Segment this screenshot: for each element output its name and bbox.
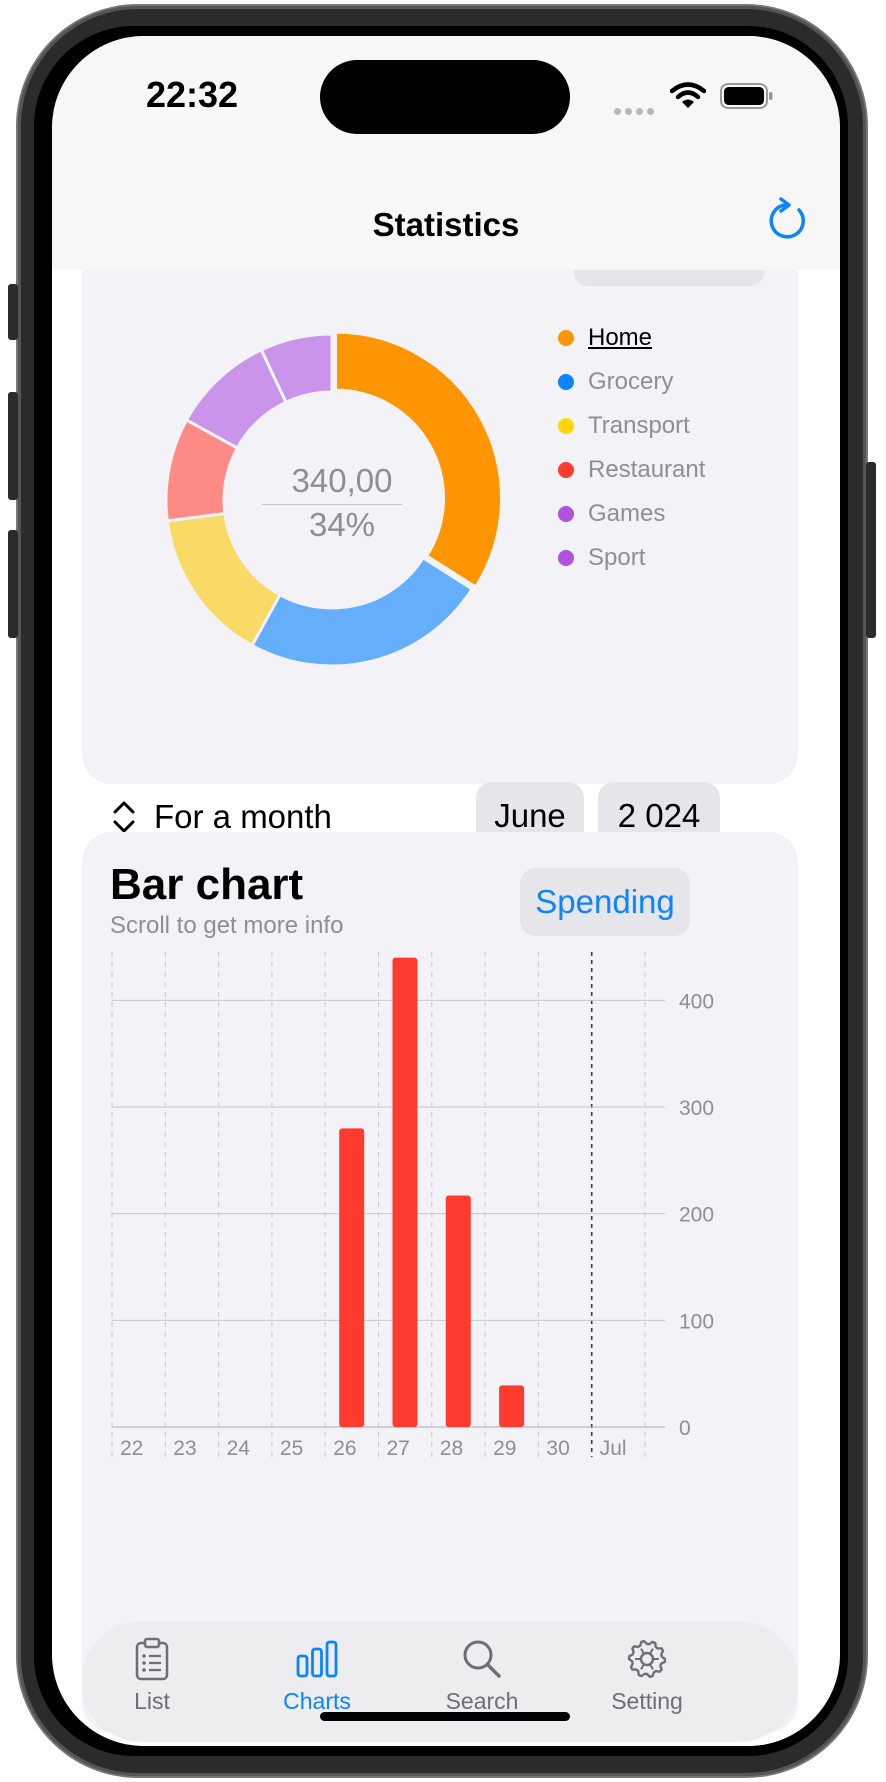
donut-center-divider (262, 504, 402, 505)
y-tick-label: 100 (679, 1310, 714, 1333)
chevron-up-down-icon[interactable] (112, 800, 136, 834)
y-tick-label: 0 (679, 1417, 691, 1440)
x-tick-label: 26 (333, 1437, 356, 1460)
legend-dot (558, 550, 574, 566)
y-tick-label: 400 (679, 990, 714, 1013)
x-tick-label: 27 (387, 1437, 410, 1460)
gear-icon (627, 1640, 667, 1678)
status-time: 22:32 (146, 74, 239, 115)
spending-type-button[interactable]: Spending (520, 868, 690, 936)
legend-dot (558, 462, 574, 478)
bar-chart-subtitle: Scroll to get more info (110, 912, 344, 939)
legend-dot (558, 506, 574, 522)
home-indicator (320, 1712, 570, 1721)
bar-27[interactable] (392, 957, 418, 1427)
legend-item[interactable]: Games (558, 492, 705, 536)
legend-dot (558, 418, 574, 434)
bar-29[interactable] (499, 1385, 525, 1427)
bar-chart[interactable]: 0 100 200 300 400 22 23 24 25 26 27 28 29 30 Jul (82, 952, 798, 1472)
mute-switch (8, 284, 18, 340)
x-tick-label: Jul (600, 1437, 627, 1460)
donut-center-amount: 340,00 (291, 462, 393, 499)
tab-label: Charts (283, 1688, 351, 1714)
chart-type-button-partial[interactable] (574, 270, 764, 286)
bar-chart-card: Bar chart Scroll to get more info Spendi… (82, 832, 798, 1732)
power-button (866, 462, 876, 638)
y-tick-label: 300 (679, 1097, 714, 1120)
period-picker-label[interactable]: For a month (154, 798, 332, 836)
battery-icon (720, 83, 773, 109)
bar-28[interactable] (445, 1195, 471, 1427)
donut-chart[interactable] (132, 300, 532, 700)
magnifier-icon (463, 1640, 501, 1678)
x-tick-label: 24 (227, 1437, 251, 1460)
x-tick-label: 28 (440, 1437, 463, 1460)
tab-bar: List Charts Search Setting (82, 1622, 798, 1742)
legend-dot (558, 374, 574, 390)
tab-label: Search (445, 1688, 519, 1714)
x-tick-label: 25 (280, 1437, 303, 1460)
tab-list[interactable]: List (82, 1636, 222, 1715)
legend-label: Transport (588, 412, 690, 439)
volume-up-button (8, 392, 18, 500)
pie-slice-transport[interactable] (165, 511, 283, 648)
legend-item[interactable]: Sport (558, 536, 705, 580)
clipboard-list-icon (135, 1637, 169, 1681)
legend-label: Grocery (588, 368, 674, 395)
legend: Home Grocery Transport Restaurant Games … (558, 316, 705, 580)
navigation-bar: Statistics (52, 176, 840, 271)
tab-label: Setting (611, 1688, 683, 1714)
legend-item[interactable]: Transport (558, 404, 705, 448)
volume-down-button (8, 530, 18, 638)
bar-26[interactable] (339, 1128, 365, 1427)
legend-label: Sport (588, 544, 646, 571)
tab-search[interactable]: Search (412, 1636, 552, 1715)
tab-label: List (134, 1688, 170, 1714)
bar-chart-icon (296, 1640, 338, 1678)
legend-item[interactable]: Grocery (558, 360, 705, 404)
cellular-signal-icon (614, 102, 658, 120)
pie-slice-grocery[interactable] (249, 555, 475, 668)
pie-chart-card: 340,00 34% Home Grocery Transport Restau… (82, 270, 798, 850)
legend-item[interactable]: Restaurant (558, 448, 705, 492)
x-tick-label: 22 (120, 1437, 143, 1460)
x-tick-label: 30 (546, 1437, 569, 1460)
dynamic-island (320, 60, 570, 134)
legend-dot (558, 330, 574, 346)
bar-chart-title: Bar chart (110, 860, 304, 909)
x-tick-label: 23 (173, 1437, 196, 1460)
x-tick-label: 29 (493, 1437, 516, 1460)
status-bar: 22:32 (52, 36, 840, 176)
y-tick-label: 200 (679, 1204, 714, 1227)
refresh-icon[interactable] (762, 196, 812, 246)
page-title: Statistics (372, 206, 520, 243)
legend-item[interactable]: Home (558, 316, 705, 360)
legend-label: Home (588, 324, 653, 351)
screen: 22:32 Statistics 340,00 34% Home Grocery… (52, 36, 840, 1746)
pie-slice-home[interactable] (334, 330, 504, 590)
wifi-icon (670, 82, 706, 108)
tab-charts[interactable]: Charts (247, 1636, 387, 1715)
tab-setting[interactable]: Setting (577, 1636, 717, 1715)
scroll-content[interactable]: 340,00 34% Home Grocery Transport Restau… (52, 270, 840, 1746)
legend-label: Restaurant (588, 456, 706, 483)
donut-center-percent: 34% (308, 506, 376, 543)
legend-label: Games (588, 500, 666, 527)
